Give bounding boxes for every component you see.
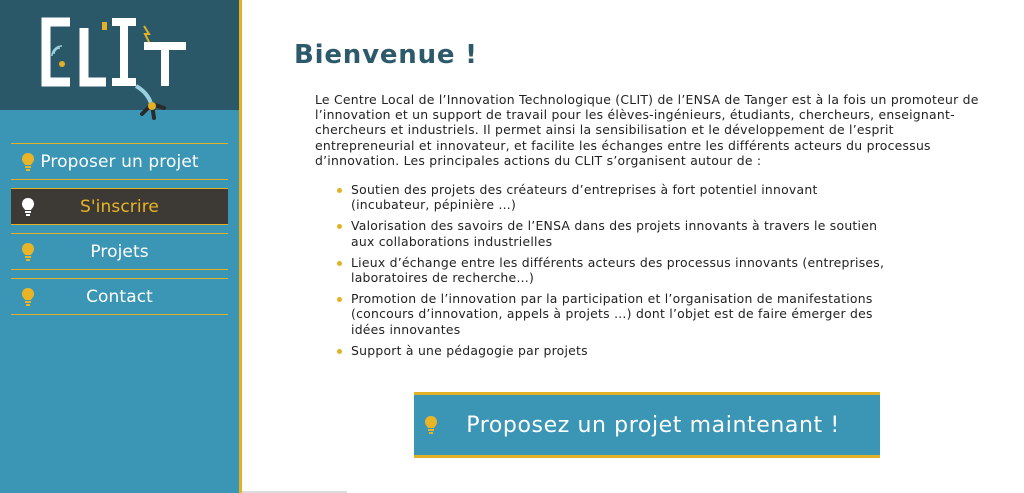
- list-item: Promotion de l’innovation par la partici…: [337, 291, 897, 337]
- sidebar-item-contact[interactable]: Contact: [11, 278, 228, 315]
- sidebar-item-label: Contact: [86, 286, 153, 307]
- lightbulb-icon: [22, 153, 34, 171]
- list-item: Soutien des projets des créateurs d’entr…: [337, 182, 897, 212]
- list-item: Valorisation des savoirs de l’ENSA dans …: [337, 218, 897, 249]
- bullet-icon: [337, 348, 342, 354]
- sidebar-item-label: S'inscrire: [80, 196, 159, 217]
- bullet-icon: [337, 260, 342, 266]
- bullet-icon: [337, 224, 342, 230]
- page-title: Bienvenue !: [294, 40, 478, 70]
- sidebar-item-sinscrire[interactable]: S'inscrire: [11, 188, 228, 225]
- sidebar-item-proposer-projet[interactable]: Proposer un projet: [11, 143, 228, 180]
- sidebar-item-projets[interactable]: Projets: [11, 233, 228, 270]
- sidebar-item-label: Projets: [90, 241, 149, 262]
- list-item: Support à une pédagogie par projets: [337, 343, 897, 358]
- sidebar-item-label: Proposer un projet: [40, 151, 199, 172]
- propose-project-button[interactable]: Proposez un projet maintenant !: [414, 392, 880, 458]
- bullet-icon: [337, 188, 342, 193]
- logo-banner: [0, 0, 239, 120]
- actions-list: Soutien des projets des créateurs d’entr…: [337, 182, 897, 364]
- main-content: Bienvenue ! Le Centre Local de l’Innovat…: [242, 0, 1024, 493]
- clit-logo[interactable]: [40, 16, 190, 134]
- bullet-icon: [337, 297, 342, 303]
- lightbulb-icon: [425, 416, 437, 434]
- lightbulb-icon: [22, 198, 34, 216]
- intro-paragraph: Le Centre Local de l’Innovation Technolo…: [315, 92, 979, 168]
- lightbulb-icon: [22, 243, 34, 261]
- cta-label: Proposez un projet maintenant !: [466, 412, 840, 438]
- lightbulb-icon: [22, 288, 34, 306]
- list-item: Lieux d’échange entre les différents act…: [337, 255, 897, 285]
- sidebar: Proposer un projet S'inscrire Projets Co…: [0, 0, 241, 493]
